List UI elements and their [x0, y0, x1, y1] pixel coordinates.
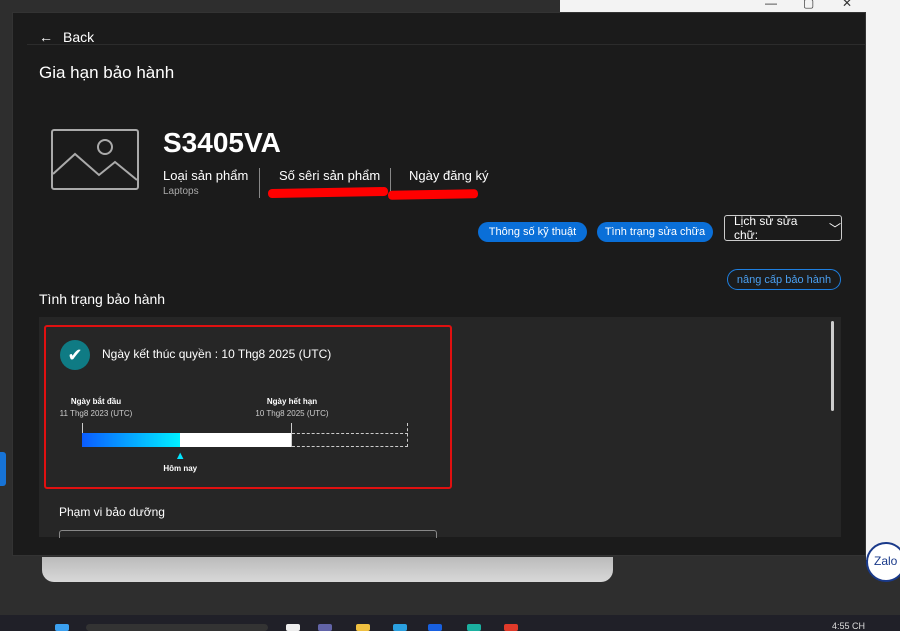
clock[interactable]: 4:55 CH — [832, 621, 865, 631]
scrollbar[interactable] — [831, 321, 834, 411]
expiry-label: Ngày hết hạn — [266, 397, 318, 406]
side-app-tab[interactable] — [0, 452, 6, 486]
registration-date: Ngày đăng ký — [409, 168, 489, 183]
product-type-label: Loại sản phẩm — [163, 168, 249, 183]
check-icon: ✔ — [60, 340, 90, 370]
repair-history-label: Lịch sử sửa chữ: — [734, 214, 798, 242]
repair-history-dropdown[interactable]: Lịch sử sửa chữ: ﹀ — [724, 214, 842, 242]
elapsed-fill — [82, 433, 181, 447]
start-date: Ngày bắt đầu 11 Thg8 2023 (UTC) — [52, 397, 140, 418]
store-icon[interactable] — [393, 624, 407, 631]
warranty-panel: ✔ Ngày kết thúc quyền : 10 Thg8 2025 (UT… — [39, 317, 841, 538]
warranty-window: ← Back Gia hạn bảo hành S3405VA Loại sản … — [12, 12, 866, 556]
title-bar: — ▢ ✕ — [560, 0, 900, 12]
page-title: Gia hạn bảo hành — [39, 63, 175, 82]
maximize-button[interactable]: ▢ — [803, 0, 814, 10]
registration-label: Ngày đăng ký — [409, 168, 489, 183]
minimize-button[interactable]: — — [765, 0, 777, 10]
desktop-background — [866, 0, 900, 560]
start-icon[interactable] — [55, 624, 69, 631]
image-placeholder-icon — [51, 129, 139, 190]
repair-status-button[interactable]: Tình trạng sửa chữa — [597, 222, 713, 242]
taskbar: 4:55 CH — [0, 615, 900, 631]
extension-outline — [292, 423, 408, 447]
specs-button[interactable]: Thông số kỹ thuật — [478, 222, 587, 242]
start-value: 11 Thg8 2023 (UTC) — [59, 409, 133, 418]
product-type: Loại sản phẩm Laptops — [163, 168, 248, 197]
scope-title: Phạm vi bảo dưỡng — [59, 505, 165, 519]
start-label: Ngày bắt đầu — [70, 397, 122, 406]
serial-label: Số sêri sản phẩm — [279, 168, 381, 183]
redaction-mark — [267, 186, 389, 199]
product-model: S3405VA — [163, 127, 281, 158]
today-label: Hôm nay — [163, 464, 198, 473]
chevron-down-icon: ﹀ — [828, 221, 841, 236]
serial-number: Số sêri sản phẩm — [279, 168, 380, 183]
upgrade-warranty-button[interactable]: nâng cấp bảo hành — [727, 269, 841, 290]
section-title: Tình trạng bảo hành — [39, 291, 166, 307]
expiry-value: 10 Thg8 2025 (UTC) — [255, 409, 329, 418]
app-icon[interactable] — [428, 624, 442, 631]
folder-icon[interactable] — [356, 624, 370, 631]
product-type-value: Laptops — [163, 186, 199, 197]
triangle-up-icon: ▲ — [174, 450, 186, 462]
arrow-left-icon: ← — [39, 29, 53, 45]
back-label: Back — [63, 29, 95, 45]
teams-icon[interactable] — [318, 624, 332, 631]
redaction-mark — [387, 189, 479, 200]
divider — [27, 44, 865, 45]
chrome-icon[interactable] — [504, 624, 518, 631]
extension-outline-top — [292, 433, 408, 434]
background-window — [42, 557, 613, 582]
end-date-text: Ngày kết thúc quyền : 10 Thg8 2025 (UTC) — [102, 347, 332, 361]
warranty-card: ✔ Ngày kết thúc quyền : 10 Thg8 2025 (UT… — [44, 325, 452, 489]
today-marker: ▲ Hôm nay — [160, 450, 200, 474]
expiry-date: Ngày hết hạn 10 Thg8 2025 (UTC) — [248, 397, 336, 418]
back-button[interactable]: ← Back — [39, 29, 94, 45]
search-box[interactable] — [86, 624, 268, 631]
close-button[interactable]: ✕ — [842, 0, 852, 10]
zalo-icon[interactable]: Zalo — [866, 542, 900, 582]
scope-box — [59, 530, 437, 538]
edge-icon[interactable] — [467, 624, 481, 631]
divider — [259, 168, 260, 198]
app-icon[interactable] — [286, 624, 300, 631]
